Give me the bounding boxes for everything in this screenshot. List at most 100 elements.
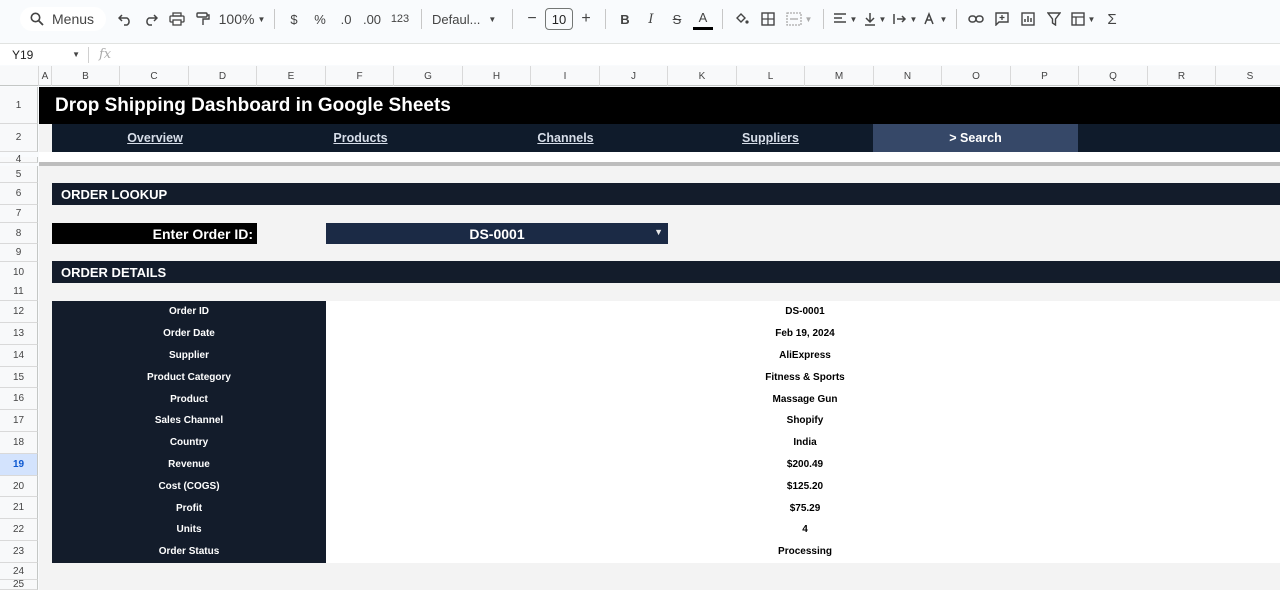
column-header-s[interactable]: S [1216,66,1280,86]
merge-cells-icon[interactable]: ▼ [781,5,817,33]
detail-value-order-id: DS-0001 [785,306,825,318]
order-id-label: Enter Order ID: [52,223,257,244]
row-header-16[interactable]: 16 [0,388,38,410]
detail-label-profit: Profit [175,502,203,514]
sheet-grid[interactable]: Drop Shipping Dashboard in Google Sheets… [39,87,1280,590]
text-wrap-icon[interactable]: ▼ [890,5,920,33]
row-header-22[interactable]: 22 [0,519,38,541]
insert-comment-icon[interactable] [989,5,1015,33]
horizontal-align-icon[interactable]: ▼ [830,5,860,33]
italic-button[interactable]: I [638,5,664,33]
formula-input[interactable] [111,45,1280,65]
column-header-l[interactable]: L [737,66,805,86]
title-band: Drop Shipping Dashboard in Google Sheets [39,87,1280,124]
insert-chart-icon[interactable] [1015,5,1041,33]
font-size-input[interactable]: 10 [545,8,573,30]
strikethrough-button[interactable]: S [664,5,690,33]
bold-button[interactable]: B [612,5,638,33]
decrease-decimal-button[interactable]: .0 [333,5,359,33]
column-header-i[interactable]: I [531,66,600,86]
column-header-k[interactable]: K [668,66,737,86]
name-box[interactable]: Y19 ▼ [0,48,88,62]
select-all-corner[interactable] [0,66,39,86]
column-header-p[interactable]: P [1011,66,1079,86]
freeze-divider[interactable] [39,162,1280,166]
column-header-g[interactable]: G [394,66,463,86]
row-header-12[interactable]: 12 [0,301,38,323]
font-size-increase-button[interactable]: + [573,5,599,33]
row-header-7[interactable]: 7 [0,205,38,223]
row-header-10[interactable]: 10 [0,262,38,284]
detail-value-profit: $75.29 [789,502,821,514]
text-color-button[interactable]: A [693,8,713,30]
nav-link-channels[interactable]: Channels [463,124,668,152]
column-header-q[interactable]: Q [1079,66,1148,86]
zoom-select[interactable]: 100% ▼ [216,5,268,33]
insert-link-icon[interactable] [963,5,989,33]
row-header-6[interactable]: 6 [0,183,38,205]
row-header-4[interactable]: 4 [0,154,38,165]
row-header-18[interactable]: 18 [0,432,38,454]
fill-color-icon[interactable] [729,5,755,33]
chevron-down-icon: ▼ [257,14,266,24]
filter-views-icon[interactable]: ▼ [1067,5,1099,33]
row-header-25[interactable]: 25 [0,579,38,590]
undo-icon[interactable] [112,5,138,33]
detail-value-units: 4 [802,524,808,536]
paint-format-icon[interactable] [190,5,216,33]
row-header-23[interactable]: 23 [0,541,38,563]
menus-search-button[interactable]: Menus [20,7,106,31]
row-header-13[interactable]: 13 [0,323,38,345]
column-header-h[interactable]: H [463,66,531,86]
row-header-11[interactable]: 11 [0,283,38,301]
row-header-24[interactable]: 24 [0,563,38,580]
font-size-decrease-button[interactable]: − [519,5,545,33]
row-header-14[interactable]: 14 [0,345,38,367]
percent-format-button[interactable]: % [307,5,333,33]
row-header-2[interactable]: 2 [0,124,38,152]
toolbar-divider [823,9,824,29]
row-header-20[interactable]: 20 [0,476,38,497]
filter-icon[interactable] [1041,5,1067,33]
row-header-21[interactable]: 21 [0,497,38,519]
chevron-down-icon: ▼ [878,14,887,24]
column-header-m[interactable]: M [805,66,874,86]
row-header-19[interactable]: 19 [0,454,38,476]
print-icon[interactable] [164,5,190,33]
row-header-1[interactable]: 1 [0,87,38,124]
column-header-n[interactable]: N [874,66,942,86]
column-header-d[interactable]: D [189,66,257,86]
column-header-f[interactable]: F [326,66,394,86]
nav-link-overview[interactable]: Overview [52,124,258,152]
detail-label-supplier: Supplier [168,349,209,361]
redo-icon[interactable] [138,5,164,33]
row-header-17[interactable]: 17 [0,410,38,432]
nav-link-search[interactable]: > Search [873,124,1078,152]
column-header-j[interactable]: J [600,66,668,86]
nav-bar: Overview Products Channels Suppliers > S… [52,124,1280,152]
vertical-align-icon[interactable]: ▼ [860,5,890,33]
currency-format-button[interactable]: $ [281,5,307,33]
column-header-b[interactable]: B [52,66,120,86]
row-header-15[interactable]: 15 [0,367,38,388]
functions-button[interactable]: Σ [1099,5,1125,33]
nav-link-suppliers[interactable]: Suppliers [668,124,873,152]
font-family-select[interactable]: Defaul... ▼ [428,5,506,33]
column-header-o[interactable]: O [942,66,1011,86]
row-header-8[interactable]: 8 [0,223,38,244]
column-header-r[interactable]: R [1148,66,1216,86]
toolbar: Menus 100% ▼ $ % .0 .00 123 Defaul... ▼ − … [0,0,1280,38]
order-id-dropdown[interactable]: DS-0001 ▼ [326,223,668,244]
text-rotation-icon[interactable]: ▼ [920,5,950,33]
increase-decimal-button[interactable]: .00 [359,5,385,33]
row-header-5[interactable]: 5 [0,166,38,183]
borders-icon[interactable] [755,5,781,33]
more-formats-button[interactable]: 123 [385,5,415,33]
formula-divider [88,46,89,63]
nav-link-products[interactable]: Products [258,124,463,152]
row-header-9[interactable]: 9 [0,244,38,262]
column-header-a[interactable]: A [39,66,52,86]
column-header-e[interactable]: E [257,66,326,86]
column-header-c[interactable]: C [120,66,189,86]
formula-bar: Y19 ▼ fx [0,43,1280,65]
